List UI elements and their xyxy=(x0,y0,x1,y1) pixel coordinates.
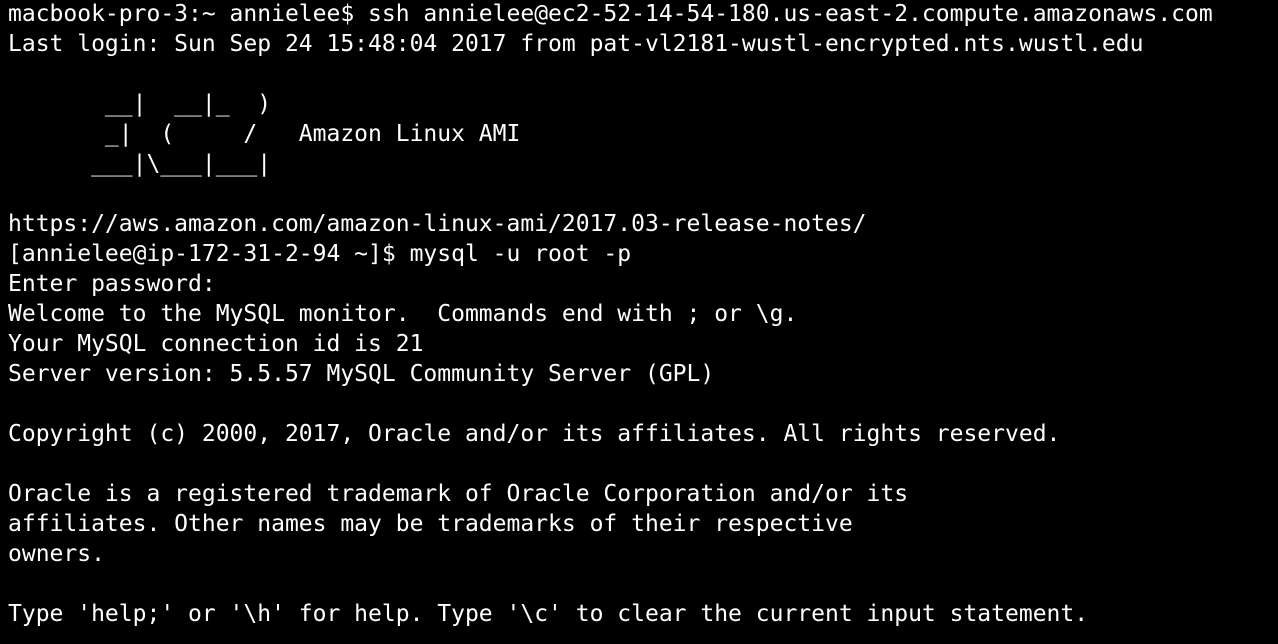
terminal-line-trademark-1: Oracle is a registered trademark of Orac… xyxy=(8,481,909,507)
terminal-line-trademark-3: owners. xyxy=(8,541,105,567)
terminal-line-server-version: Server version: 5.5.57 MySQL Community S… xyxy=(8,361,715,387)
terminal-line-last-login: Last login: Sun Sep 24 15:48:04 2017 fro… xyxy=(8,31,1144,57)
ascii-logo-line-3: ___|\___|___| xyxy=(8,151,272,177)
terminal-line-release-notes-url: https://aws.amazon.com/amazon-linux-ami/… xyxy=(8,211,867,237)
terminal-output: macbook-pro-3:~ annielee$ ssh annielee@e… xyxy=(8,0,1278,644)
ascii-logo-line-2: _| ( / Amazon Linux AMI xyxy=(8,121,521,147)
terminal-line-ssh-command: macbook-pro-3:~ annielee$ ssh annielee@e… xyxy=(8,1,1213,27)
terminal-line-copyright: Copyright (c) 2000, 2017, Oracle and/or … xyxy=(8,421,1061,447)
terminal-input-line[interactable] xyxy=(8,629,1278,644)
terminal-line-password-prompt: Enter password: xyxy=(8,271,216,297)
terminal-line-connection-id: Your MySQL connection id is 21 xyxy=(8,331,424,357)
ascii-logo-line-1: __| __|_ ) xyxy=(8,91,272,117)
terminal-line-trademark-2: affiliates. Other names may be trademark… xyxy=(8,511,853,537)
terminal-line-help-hint: Type 'help;' or '\h' for help. Type '\c'… xyxy=(8,601,1089,627)
terminal-window[interactable]: macbook-pro-3:~ annielee$ ssh annielee@e… xyxy=(0,0,1278,644)
terminal-line-mysql-welcome: Welcome to the MySQL monitor. Commands e… xyxy=(8,301,798,327)
terminal-line-mysql-command: [annielee@ip-172-31-2-94 ~]$ mysql -u ro… xyxy=(8,241,632,267)
